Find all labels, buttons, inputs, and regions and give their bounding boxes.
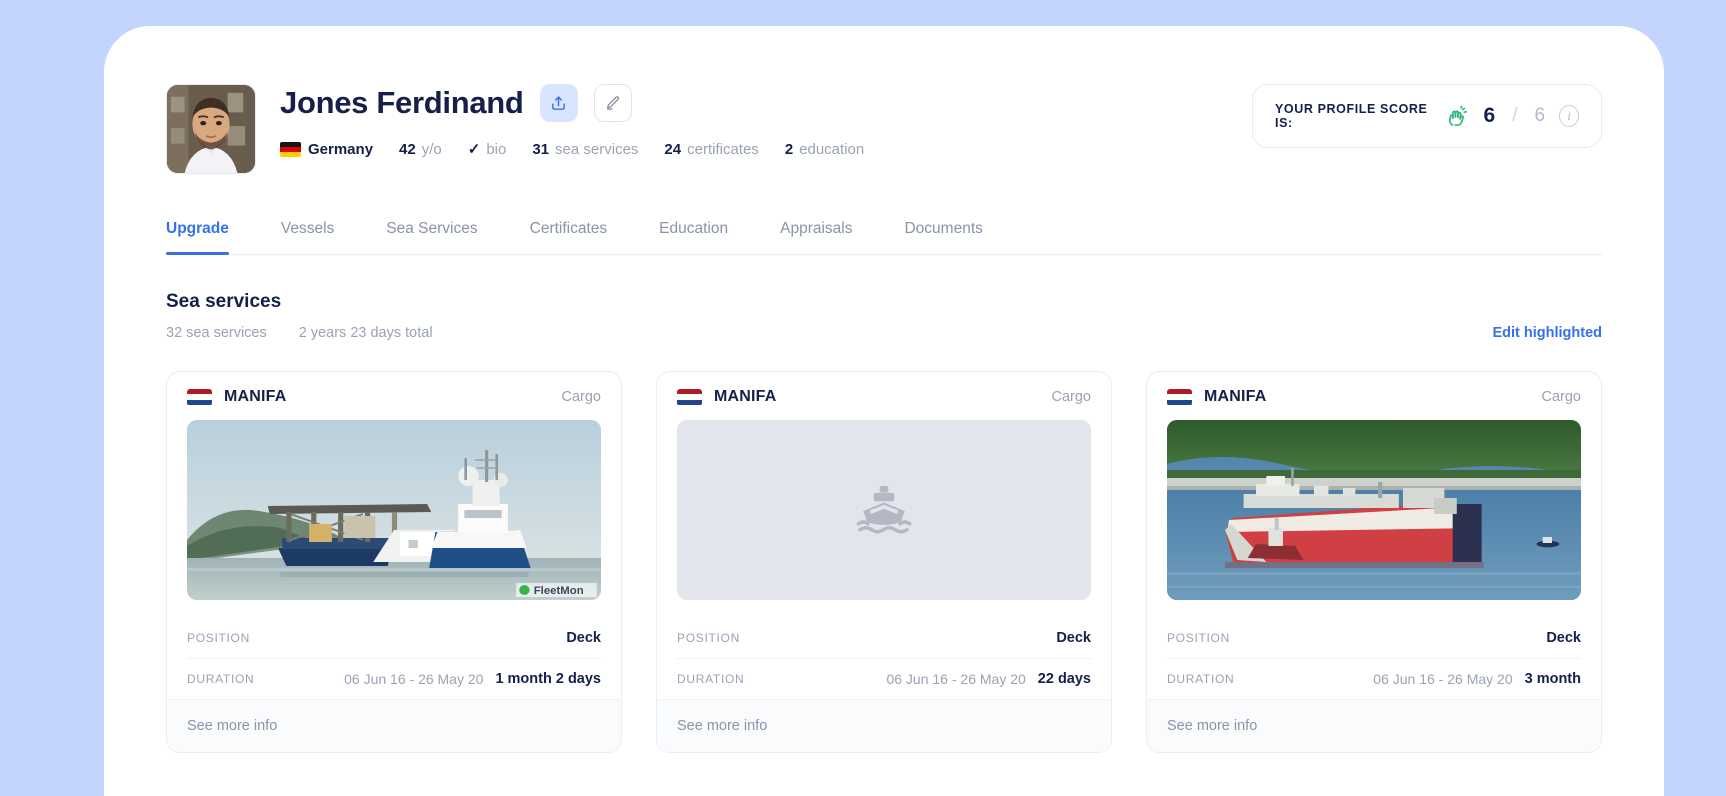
meta-certificates: 24 certificates: [664, 140, 759, 158]
duration-dates: 06 Jun 16 - 26 May 20: [1373, 671, 1513, 687]
card-details: POSITION Deck DURATION 06 Jun 16 - 26 Ma…: [1147, 618, 1601, 699]
flag-netherlands-icon: [187, 388, 212, 406]
tab-certificates[interactable]: Certificates: [530, 220, 608, 254]
duration-row: DURATION 06 Jun 16 - 26 May 20 1 month 2…: [187, 658, 601, 699]
card-header: MANIFA Cargo: [657, 372, 1111, 420]
meta-bio: ✓ bio: [467, 140, 507, 159]
card-details: POSITION Deck DURATION 06 Jun 16 - 26 Ma…: [657, 618, 1111, 699]
sea-services-count: 32 sea services: [166, 325, 267, 341]
duration-dates: 06 Jun 16 - 26 May 20: [886, 671, 1026, 687]
position-value: Deck: [1056, 630, 1091, 646]
card-footer[interactable]: See more info: [167, 699, 621, 752]
pencil-icon: [606, 96, 619, 110]
edit-highlighted-link[interactable]: Edit highlighted: [1492, 325, 1602, 341]
meta-age: 42 y/o: [399, 140, 442, 158]
duration-row: DURATION 06 Jun 16 - 26 May 20 3 month: [1167, 658, 1581, 699]
card-header: MANIFA Cargo: [1147, 372, 1601, 420]
flag-netherlands-icon: [677, 388, 702, 406]
tab-upgrade[interactable]: Upgrade: [166, 220, 229, 255]
see-more-info-link[interactable]: See more info: [187, 718, 277, 734]
duration-label: DURATION: [187, 672, 255, 686]
profile-score-badge: YOUR PROFILE SCORE IS: 6 / 6 i: [1252, 84, 1602, 148]
position-row: POSITION Deck: [677, 618, 1091, 658]
duration-total: 22 days: [1037, 671, 1091, 687]
tab-appraisals[interactable]: Appraisals: [780, 220, 852, 254]
vessel-name: MANIFA: [714, 388, 777, 405]
share-button[interactable]: [539, 84, 578, 122]
info-icon[interactable]: i: [1559, 105, 1579, 127]
tab-sea-services[interactable]: Sea Services: [386, 220, 477, 254]
section-subtitle: 32 sea services 2 years 23 days total: [166, 325, 1602, 341]
vessel-photo[interactable]: FleetMon: [187, 420, 601, 600]
vessel-type: Cargo: [561, 389, 602, 405]
card-footer[interactable]: See more info: [1147, 699, 1601, 752]
vessel-photo[interactable]: [1167, 420, 1581, 600]
flag-netherlands-icon: [1167, 388, 1192, 406]
meta-sea-services: 31 sea services: [532, 140, 639, 158]
sea-service-card[interactable]: MANIFA Cargo: [656, 371, 1112, 753]
tab-education[interactable]: Education: [659, 220, 728, 254]
score-max: 6: [1534, 105, 1546, 126]
check-icon: ✓: [467, 141, 481, 158]
card-header: MANIFA Cargo: [167, 372, 621, 420]
score-value: 6: [1483, 104, 1496, 127]
duration-dates: 06 Jun 16 - 26 May 20: [344, 671, 484, 687]
duration-total: 1 month 2 days: [495, 671, 601, 687]
position-value: Deck: [566, 630, 601, 646]
app-window: Jones Ferdinand Germany 42 y/o ✓ bio 31 …: [104, 26, 1664, 796]
position-row: POSITION Deck: [187, 618, 601, 658]
position-row: POSITION Deck: [1167, 618, 1581, 658]
duration-label: DURATION: [677, 672, 745, 686]
section-header: Sea services 32 sea services 2 years 23 …: [166, 291, 1602, 341]
tab-documents[interactable]: Documents: [904, 220, 982, 254]
share-icon: [552, 95, 565, 110]
page-background: Jones Ferdinand Germany 42 y/o ✓ bio 31 …: [0, 0, 1726, 796]
score-separator: /: [1512, 105, 1518, 126]
position-label: POSITION: [677, 631, 740, 645]
ship-placeholder-icon: [856, 486, 912, 534]
page-title: Jones Ferdinand: [280, 84, 524, 120]
offshore-vessel-image: FleetMon: [187, 420, 601, 600]
duration-total: 3 month: [1524, 671, 1581, 687]
see-more-info-link[interactable]: See more info: [1167, 718, 1257, 734]
meta-education: 2 education: [784, 140, 865, 158]
avatar-photo: [167, 85, 255, 173]
svg-text:FleetMon: FleetMon: [534, 585, 584, 597]
tab-bar: Upgrade Vessels Sea Services Certificate…: [166, 220, 1602, 255]
vessel-type: Cargo: [1051, 389, 1092, 405]
duration-label: DURATION: [1167, 672, 1235, 686]
sea-services-total: 2 years 23 days total: [298, 325, 433, 341]
card-details: POSITION Deck DURATION 06 Jun 16 - 26 Ma…: [167, 618, 621, 699]
vessel-name: MANIFA: [1204, 388, 1267, 405]
section-title: Sea services: [166, 291, 282, 312]
clapping-hands-icon: [1449, 105, 1468, 126]
flag-germany-icon: [280, 141, 301, 157]
position-value: Deck: [1546, 630, 1581, 646]
score-label: YOUR PROFILE SCORE IS:: [1275, 102, 1428, 130]
position-label: POSITION: [187, 631, 250, 645]
avatar[interactable]: [166, 84, 256, 174]
sea-service-cards: MANIFA Cargo FleetMon POSITION Deck DURA…: [166, 371, 1602, 753]
see-more-info-link[interactable]: See more info: [677, 718, 767, 734]
meta-country: Germany: [280, 141, 373, 158]
car-carrier-image: [1167, 420, 1581, 600]
position-label: POSITION: [1167, 631, 1230, 645]
duration-row: DURATION 06 Jun 16 - 26 May 20 22 days: [677, 658, 1091, 699]
tab-vessels[interactable]: Vessels: [281, 220, 334, 254]
vessel-type: Cargo: [1541, 389, 1582, 405]
vessel-name: MANIFA: [224, 388, 287, 405]
edit-profile-button[interactable]: [593, 84, 632, 122]
sea-service-card[interactable]: MANIFA Cargo: [166, 371, 622, 753]
card-footer[interactable]: See more info: [657, 699, 1111, 752]
sea-service-card[interactable]: MANIFA Cargo: [1146, 371, 1602, 753]
vessel-photo-placeholder[interactable]: [677, 420, 1091, 600]
